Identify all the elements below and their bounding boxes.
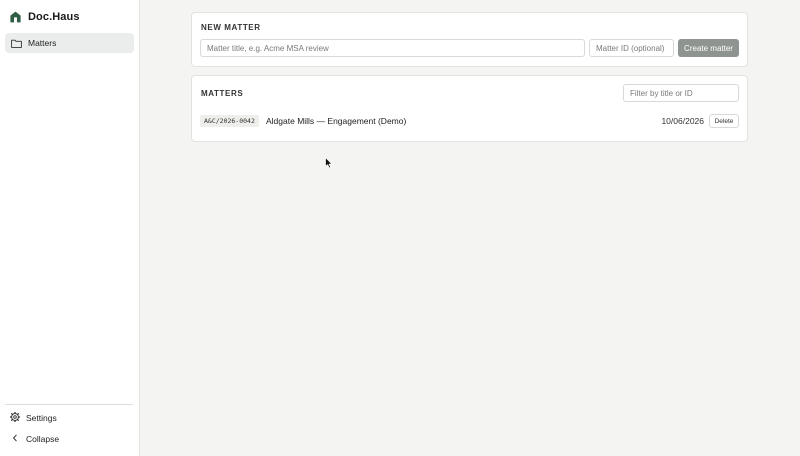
table-row[interactable]: A&C/2026-0042 Aldgate Mills — Engagement…	[200, 114, 739, 129]
settings-button[interactable]: Settings	[9, 409, 57, 427]
folder-icon	[11, 39, 22, 48]
sidebar-item-matters[interactable]: Matters	[5, 33, 134, 53]
brand-name: Doc.Haus	[28, 11, 80, 23]
create-matter-button[interactable]: Create matter	[678, 39, 739, 57]
gear-icon	[9, 409, 21, 427]
filter-input[interactable]	[623, 84, 739, 102]
collapse-label: Collapse	[26, 434, 60, 444]
new-matter-card: NEW MATTER Create matter	[191, 12, 748, 67]
collapse-button[interactable]: Collapse	[10, 432, 59, 446]
mouse-cursor-icon	[325, 156, 333, 174]
matter-title-input[interactable]	[200, 39, 585, 57]
sidebar-divider	[5, 404, 133, 405]
chevron-left-icon	[10, 430, 20, 448]
delete-button[interactable]: Delete	[709, 114, 739, 128]
house-logo-icon	[10, 11, 21, 23]
main-content: NEW MATTER Create matter MATTERS A&C/202…	[140, 0, 800, 456]
app-window: Doc.Haus Matters Settings Collapse NEW M…	[0, 0, 800, 456]
matter-id-input[interactable]	[589, 39, 674, 57]
matter-title-link[interactable]: Aldgate Mills — Engagement (Demo)	[266, 116, 406, 126]
sidebar-item-label: Matters	[28, 38, 57, 48]
sidebar: Doc.Haus Matters Settings Collapse	[0, 0, 140, 456]
settings-label: Settings	[26, 413, 57, 423]
matter-id-badge: A&C/2026-0042	[200, 115, 259, 127]
matter-date: 10/06/2026	[661, 116, 704, 126]
matters-heading: MATTERS	[201, 89, 244, 98]
brand[interactable]: Doc.Haus	[10, 10, 80, 24]
matters-card: MATTERS A&C/2026-0042 Aldgate Mills — En…	[191, 75, 748, 142]
new-matter-heading: NEW MATTER	[201, 23, 261, 32]
